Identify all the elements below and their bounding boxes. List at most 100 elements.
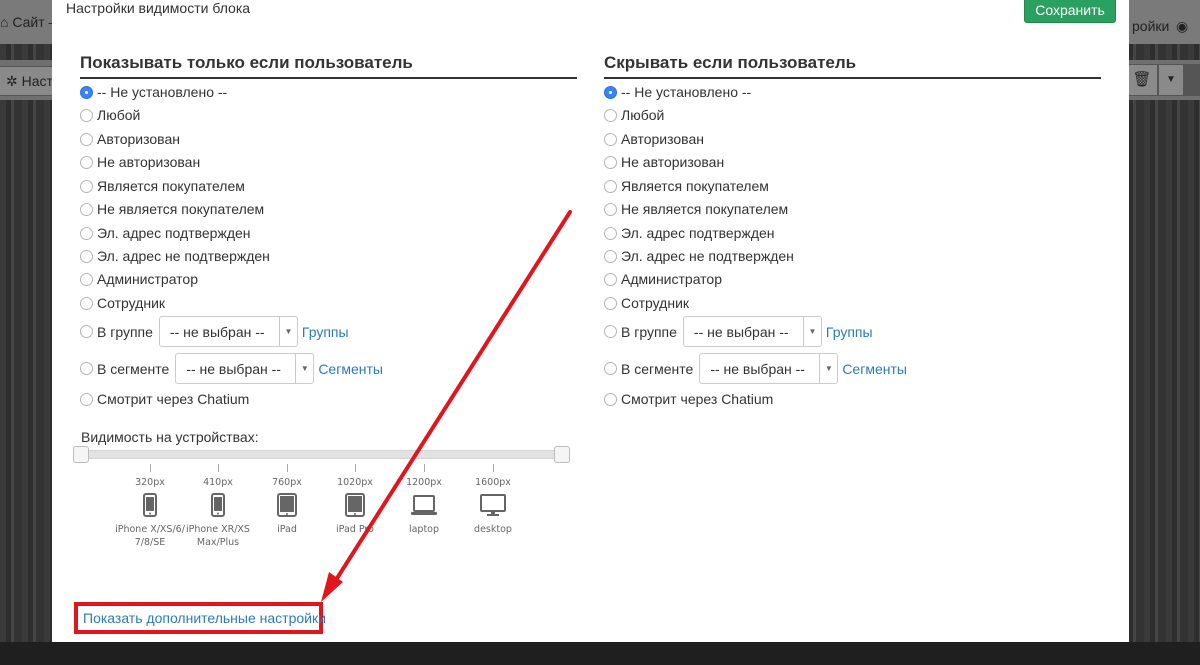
segment-select-value: -- не выбран -- xyxy=(186,360,281,377)
radio-label: Не является покупателем xyxy=(97,201,265,217)
radio[interactable] xyxy=(80,392,93,406)
radio-checked[interactable] xyxy=(80,85,93,99)
device-range-slider[interactable] xyxy=(74,450,566,459)
radio[interactable] xyxy=(80,325,93,338)
hide-radio-in-group[interactable]: В группе -- не выбран -- ▼ Группы xyxy=(604,316,873,347)
show-radio-email-confirmed[interactable]: Эл. адрес подтвержден xyxy=(80,225,251,241)
slider-handle-max[interactable] xyxy=(554,446,570,463)
device-name: desktop xyxy=(474,524,512,535)
radio[interactable] xyxy=(80,202,93,216)
save-button[interactable]: Сохранить xyxy=(1024,0,1116,23)
hide-radio-admin[interactable]: Администратор xyxy=(604,271,722,287)
show-radio-email-not-confirmed[interactable]: Эл. адрес не подтвержден xyxy=(80,248,270,264)
segments-link[interactable]: Сегменты xyxy=(842,361,907,377)
home-icon: ⌂ xyxy=(0,14,9,30)
slider-tick xyxy=(218,464,219,472)
group-select-value: -- не выбран -- xyxy=(693,323,789,340)
hide-radio-email-confirmed[interactable]: Эл. адрес подтвержден xyxy=(604,225,775,241)
show-more-settings-link[interactable]: Показать дополнительные настройки xyxy=(74,602,326,634)
groups-link[interactable]: Группы xyxy=(826,324,873,340)
segments-link[interactable]: Сегменты xyxy=(318,361,383,377)
radio-checked[interactable] xyxy=(604,85,617,99)
radio-label: В сегменте xyxy=(97,360,170,377)
radio[interactable] xyxy=(604,325,617,338)
radio[interactable] xyxy=(604,179,617,193)
show-radio-in-segment[interactable]: В сегменте -- не выбран -- ▼ Сегменты xyxy=(80,353,383,384)
show-radio-in-group[interactable]: В группе -- не выбран -- ▼ Группы xyxy=(80,316,349,347)
group-select[interactable]: -- не выбран -- ▼ xyxy=(682,316,822,347)
phone-icon xyxy=(143,493,157,517)
radio[interactable] xyxy=(80,226,93,240)
segment-select[interactable]: -- не выбран -- ▼ xyxy=(175,353,315,384)
radio[interactable] xyxy=(80,296,93,310)
visibility-modal: Настройки видимости блока Сохранить Пока… xyxy=(52,0,1129,642)
radio[interactable] xyxy=(604,392,617,406)
hide-radio-not-customer[interactable]: Не является покупателем xyxy=(604,201,788,217)
eye-icon: ◉ xyxy=(1176,18,1189,34)
show-radio-admin[interactable]: Администратор xyxy=(80,271,198,287)
device-iphone-small: 320px iPhone X/XS/6/ 7/8/SE xyxy=(115,476,185,549)
radio-label: -- Не установлено -- xyxy=(97,84,228,100)
radio[interactable] xyxy=(604,108,617,122)
radio-label: Не является покупателем xyxy=(621,201,789,217)
phone-icon xyxy=(211,493,225,517)
radio[interactable] xyxy=(80,362,93,375)
radio-label: Эл. адрес не подтвержден xyxy=(621,248,794,264)
radio[interactable] xyxy=(80,272,93,286)
show-radio-chatium[interactable]: Смотрит через Chatium xyxy=(80,391,249,407)
device-name: iPhone X/XS/6/ 7/8/SE xyxy=(115,524,185,548)
group-select-value: -- не выбран -- xyxy=(169,323,265,340)
radio-label: Не авторизован xyxy=(97,154,201,170)
hide-radio-not-authorized[interactable]: Не авторизован xyxy=(604,154,724,170)
group-select[interactable]: -- не выбран -- ▼ xyxy=(158,316,298,347)
hide-radio-is-customer[interactable]: Является покупателем xyxy=(604,178,769,194)
radio[interactable] xyxy=(604,249,617,263)
show-radio-is-customer[interactable]: Является покупателем xyxy=(80,178,245,194)
background-strip xyxy=(1184,64,1200,96)
device-iphone-large: 410px iPhone XR/XS Max/Plus xyxy=(183,476,253,549)
hide-radio-email-not-confirmed[interactable]: Эл. адрес не подтвержден xyxy=(604,248,794,264)
radio[interactable] xyxy=(80,155,93,169)
show-radio-not-customer[interactable]: Не является покупателем xyxy=(80,201,264,217)
slider-handle-min[interactable] xyxy=(73,446,89,463)
tablet-icon xyxy=(345,493,365,517)
show-radio-employee[interactable]: Сотрудник xyxy=(80,295,165,311)
slider-tick xyxy=(150,464,151,472)
select-arrow-icon: ▼ xyxy=(278,317,297,346)
radio[interactable] xyxy=(604,155,617,169)
show-radio-authorized[interactable]: Авторизован xyxy=(80,131,180,147)
slider-tick xyxy=(287,464,288,472)
groups-link[interactable]: Группы xyxy=(302,324,349,340)
hide-radio-not-set[interactable]: -- Не установлено -- xyxy=(604,84,751,100)
radio-label: Авторизован xyxy=(97,131,180,147)
device-px: 1600px xyxy=(475,477,511,488)
radio[interactable] xyxy=(80,132,93,146)
device-desktop: 1600px desktop xyxy=(458,476,528,536)
radio[interactable] xyxy=(604,272,617,286)
hide-radio-any[interactable]: Любой xyxy=(604,107,664,123)
radio-label: Администратор xyxy=(621,271,723,287)
laptop-icon xyxy=(411,495,437,515)
radio[interactable] xyxy=(604,132,617,146)
hide-radio-in-segment[interactable]: В сегменте -- не выбран -- ▼ Сегменты xyxy=(604,353,907,384)
show-radio-not-authorized[interactable]: Не авторизован xyxy=(80,154,200,170)
modal-title: Настройки видимости блока xyxy=(66,0,251,16)
radio[interactable] xyxy=(604,202,617,216)
hide-radio-authorized[interactable]: Авторизован xyxy=(604,131,704,147)
show-radio-not-set[interactable]: -- Не установлено -- xyxy=(80,84,227,100)
segment-select[interactable]: -- не выбран -- ▼ xyxy=(699,353,839,384)
radio[interactable] xyxy=(80,249,93,263)
radio[interactable] xyxy=(80,179,93,193)
radio-label: Любой xyxy=(97,107,141,123)
radio[interactable] xyxy=(80,108,93,122)
radio[interactable] xyxy=(604,226,617,240)
hide-radio-chatium[interactable]: Смотрит через Chatium xyxy=(604,391,773,407)
radio[interactable] xyxy=(604,362,617,375)
show-radio-any[interactable]: Любой xyxy=(80,107,140,123)
slider-tick xyxy=(424,464,425,472)
radio-label: Является покупателем xyxy=(621,178,769,194)
device-px: 760px xyxy=(272,477,302,488)
device-laptop: 1200px laptop xyxy=(389,476,459,536)
radio[interactable] xyxy=(604,296,617,310)
hide-radio-employee[interactable]: Сотрудник xyxy=(604,295,689,311)
